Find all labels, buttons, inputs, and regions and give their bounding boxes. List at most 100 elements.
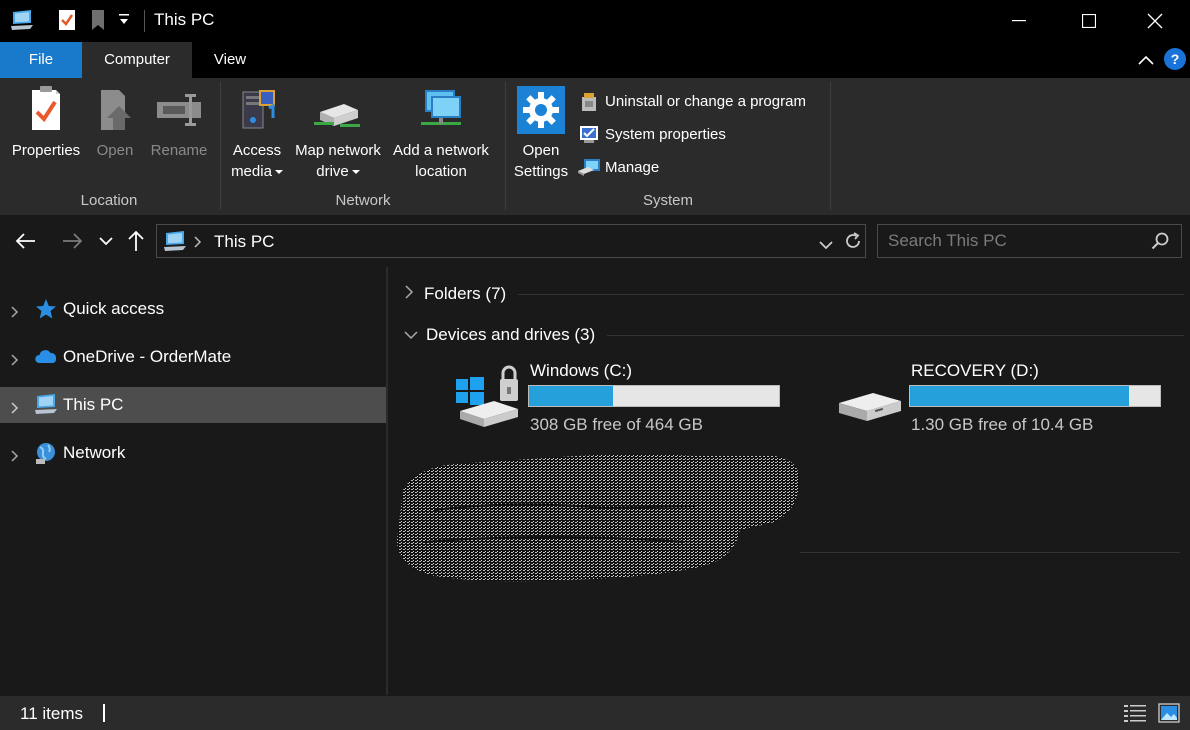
quick-access-new-folder-icon[interactable] [90, 9, 106, 36]
tab-file[interactable]: File [0, 42, 82, 78]
tab-computer[interactable]: Computer [82, 42, 192, 78]
minimize-button[interactable] [984, 0, 1054, 42]
system-properties-icon [578, 124, 600, 144]
devices-section-label: Devices and drives (3) [426, 325, 596, 344]
navigation-bar: This PC [0, 215, 1190, 267]
navigation-pane: Quick access OneDrive - OrderMate This P… [0, 267, 388, 695]
rename-label: Rename [150, 142, 208, 159]
drive-usage-fill [529, 386, 613, 406]
expand-chevron-icon[interactable] [9, 303, 21, 318]
ribbon-separator [830, 82, 831, 210]
expand-chevron-icon[interactable] [404, 284, 414, 304]
help-button[interactable]: ? [1164, 48, 1186, 70]
expand-chevron-icon[interactable] [9, 447, 21, 462]
open-settings-label: Open Settings [513, 142, 569, 180]
manage-button[interactable]: Manage [578, 154, 659, 180]
rename-button[interactable]: Rename [146, 84, 212, 161]
add-network-location-icon [417, 84, 465, 134]
network-locations-divider [800, 552, 1180, 553]
open-button[interactable]: Open [88, 84, 142, 161]
star-icon [34, 297, 58, 321]
title-separator [144, 10, 145, 32]
drive-usage-bar [528, 385, 780, 407]
dropdown-caret-icon [274, 170, 283, 175]
search-icon[interactable] [1151, 232, 1169, 255]
status-separator [103, 704, 105, 722]
status-bar: 11 items [0, 696, 1190, 730]
location-group: Properties Open Rename Location [0, 78, 218, 215]
sidebar-item-label: OneDrive - OrderMate [63, 347, 232, 366]
up-button[interactable] [122, 227, 150, 255]
ribbon-separator [220, 82, 221, 210]
open-icon [91, 84, 139, 134]
drive-free-space: 308 GB free of 464 GB [530, 415, 703, 434]
search-input[interactable] [878, 225, 1148, 257]
redacted-scribble [395, 450, 805, 585]
ribbon: Properties Open Rename Location Access me… [0, 78, 1190, 215]
large-icons-view-icon[interactable] [1158, 703, 1180, 728]
map-network-drive-icon [314, 84, 362, 134]
sidebar-item-onedrive[interactable]: OneDrive - OrderMate [0, 339, 386, 375]
drive-usage-fill [910, 386, 1129, 406]
ribbon-tabs: File Computer View ? [0, 42, 1190, 78]
address-bar[interactable]: This PC [156, 224, 866, 258]
customize-quick-access-icon[interactable] [118, 14, 130, 33]
drive-tile-d[interactable]: RECOVERY (D:) 1.30 GB free of 10.4 GB [815, 361, 1175, 441]
uninstall-program-button[interactable]: Uninstall or change a program [578, 88, 806, 114]
window-title: This PC [154, 10, 215, 29]
onedrive-icon [34, 345, 58, 369]
uninstall-label: Uninstall or change a program [605, 92, 806, 110]
sidebar-item-quick-access[interactable]: Quick access [0, 291, 386, 327]
title-bar: This PC [0, 0, 1190, 42]
system-properties-button[interactable]: System properties [578, 121, 726, 147]
sidebar-item-label: Network [63, 443, 126, 462]
map-network-drive-button[interactable]: Map network drive [290, 84, 386, 182]
open-settings-button[interactable]: Open Settings [508, 84, 574, 182]
tab-view[interactable]: View [192, 42, 268, 78]
breadcrumb-chevron-icon[interactable] [194, 235, 202, 253]
settings-gear-icon [517, 84, 565, 134]
drive-icon [835, 375, 905, 430]
uninstall-icon [578, 91, 600, 111]
drive-name: RECOVERY (D:) [911, 361, 1039, 380]
details-view-icon[interactable] [1124, 704, 1146, 727]
folders-section-header[interactable]: Folders (7) [404, 282, 1184, 306]
refresh-icon[interactable] [843, 231, 863, 256]
collapse-ribbon-icon[interactable] [1136, 50, 1156, 70]
properties-icon [22, 84, 70, 134]
windows-drive-icon [454, 365, 524, 434]
drive-tile-c[interactable]: Windows (C:) 308 GB free of 464 GB [434, 361, 794, 441]
section-divider [607, 334, 1184, 336]
close-button[interactable] [1120, 0, 1190, 42]
quick-access-properties-icon[interactable] [58, 9, 76, 36]
access-media-button[interactable]: Access media [224, 84, 290, 182]
back-button[interactable] [12, 227, 40, 255]
breadcrumb-this-pc[interactable]: This PC [214, 232, 274, 252]
sidebar-item-this-pc[interactable]: This PC [0, 387, 386, 423]
devices-section-header[interactable]: Devices and drives (3) [404, 323, 1184, 347]
drive-name: Windows (C:) [530, 361, 633, 380]
add-network-location-button[interactable]: Add a network location [388, 84, 494, 182]
sidebar-item-label: This PC [63, 395, 124, 414]
location-group-label: Location [80, 192, 138, 209]
properties-button[interactable]: Properties [8, 84, 84, 161]
rename-icon [155, 84, 203, 134]
map-network-drive-label: Map network drive [295, 142, 381, 180]
recent-locations-button[interactable] [92, 227, 120, 255]
this-pc-app-icon[interactable] [10, 9, 34, 36]
manage-icon [578, 157, 600, 177]
search-box[interactable] [877, 224, 1182, 258]
this-pc-icon [163, 230, 187, 257]
forward-button[interactable] [58, 227, 86, 255]
this-pc-icon [34, 393, 58, 417]
maximize-button[interactable] [1054, 0, 1124, 42]
network-group: Access media Map network drive Add a netwo… [222, 78, 504, 215]
collapse-chevron-icon[interactable] [404, 325, 418, 345]
expand-chevron-icon[interactable] [9, 399, 21, 414]
address-dropdown-icon[interactable] [819, 237, 833, 255]
item-count: 11 items [20, 704, 83, 723]
manage-label: Manage [605, 158, 660, 176]
expand-chevron-icon[interactable] [9, 351, 21, 366]
sidebar-item-network[interactable]: Network [0, 435, 386, 471]
folders-section-label: Folders (7) [424, 284, 507, 303]
